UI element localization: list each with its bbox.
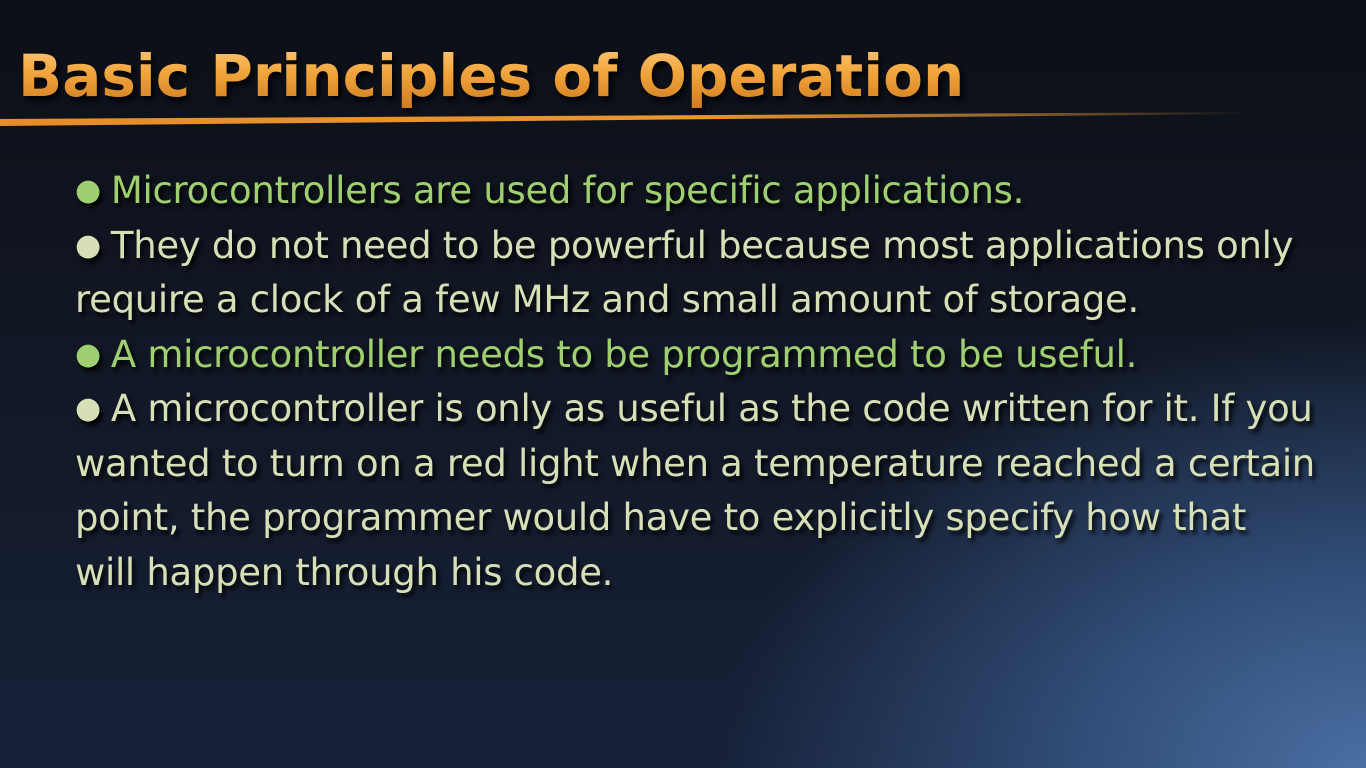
bullet-text: They do not need to be powerful because … <box>75 223 1294 322</box>
bullet-item: ● Microcontrollers are used for specific … <box>75 164 1315 219</box>
slide-title: Basic Principles of Operation <box>18 38 964 114</box>
bullet-dot-icon: ● <box>75 227 101 263</box>
slide: Basic Principles of Operation ● Microcont… <box>0 0 1366 768</box>
bullet-dot-icon: ● <box>75 336 101 372</box>
title-underline <box>0 112 1250 126</box>
bullet-text: A microcontroller is only as useful as t… <box>75 387 1315 594</box>
bullet-item: ● A microcontroller is only as useful as … <box>75 382 1315 600</box>
bullet-dot-icon: ● <box>75 173 101 208</box>
bullet-item: ● A microcontroller needs to be programme… <box>75 328 1315 383</box>
bullet-list: ● Microcontrollers are used for specific … <box>75 164 1315 600</box>
bullet-text: Microcontrollers are used for specific a… <box>110 169 1025 212</box>
bullet-item: ● They do not need to be powerful because… <box>75 219 1315 328</box>
bullet-text: A microcontroller needs to be programmed… <box>110 332 1138 376</box>
bullet-dot-icon: ● <box>75 391 101 426</box>
